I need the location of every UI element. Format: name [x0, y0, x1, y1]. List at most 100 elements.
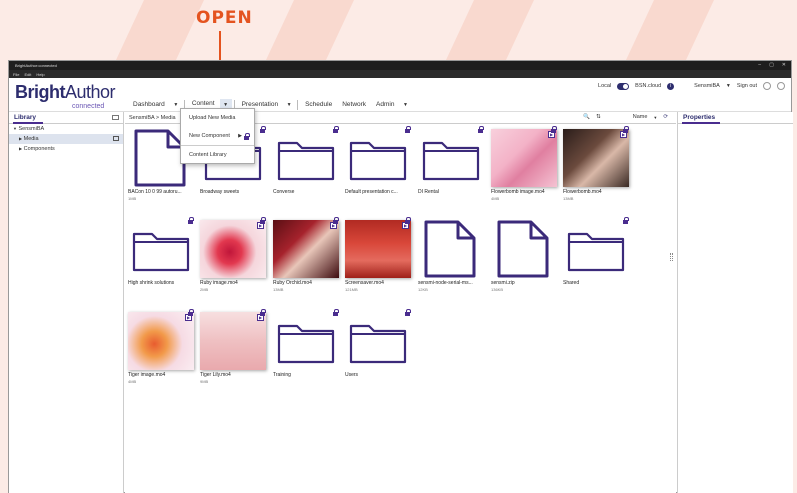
- menu-upload-new-media[interactable]: Upload New Media: [181, 109, 254, 127]
- media-size: 12KB: [418, 287, 428, 292]
- video-thumbnail: ▶: [200, 220, 266, 278]
- menu-help[interactable]: Help: [36, 72, 44, 77]
- media-tile[interactable]: sensmi-node-serial-ms... 12KB: [418, 220, 488, 292]
- admin-dropdown-icon[interactable]: ▼: [399, 99, 411, 110]
- video-thumbnail: ▶: [128, 312, 194, 370]
- app-header: BrightAuthor connected Dashboard ▼ Conte…: [9, 78, 791, 112]
- media-tile[interactable]: ▶ Ruby Orchid.mo4 13MB: [273, 217, 343, 292]
- lock-icon: [623, 126, 629, 133]
- minimize-icon[interactable]: –: [758, 62, 761, 68]
- sort-order-icon[interactable]: ⇅: [596, 114, 601, 120]
- tree-item-sensmiba[interactable]: ▼ SensmiBA: [9, 124, 123, 134]
- media-name: Shared: [563, 280, 580, 286]
- folder-icon: [345, 126, 411, 187]
- folder-icon: [345, 309, 411, 370]
- submenu-chevron-icon: ▶: [238, 133, 242, 139]
- video-thumbnail: ▶: [563, 129, 629, 187]
- media-name: DI Rental: [418, 189, 439, 195]
- app-window: BrightAuthor:connected – ▢ ✕ File Edit H…: [8, 60, 793, 493]
- media-name: Flowerbomb.mo4: [563, 189, 602, 195]
- media-name: BACon 10 0 99 autoru...: [128, 189, 182, 195]
- main-nav: Dashboard ▼ Content ▼ Presentation ▼ Sch…: [128, 98, 411, 111]
- media-tile[interactable]: Default presentation c...: [345, 126, 415, 196]
- sign-out-link[interactable]: Sign out: [737, 83, 757, 89]
- media-tile[interactable]: Shared: [563, 217, 633, 287]
- user-dropdown-icon[interactable]: ▼: [726, 83, 731, 89]
- search-icon[interactable]: 🔍: [583, 114, 590, 120]
- nav-schedule[interactable]: Schedule: [300, 99, 337, 110]
- menu-content-library[interactable]: Content Library: [181, 145, 254, 163]
- media-name: High shrink solutions: [128, 280, 175, 286]
- sort-dropdown-icon[interactable]: ▼: [653, 115, 657, 120]
- video-thumbnail: ▶: [200, 312, 266, 370]
- media-tile[interactable]: ▶ Ruby image.mo4 2MB: [200, 217, 270, 292]
- menu-file[interactable]: File: [13, 72, 19, 77]
- media-size: 13MB: [273, 287, 284, 292]
- lock-icon: [188, 217, 194, 224]
- presentation-dropdown-icon[interactable]: ▼: [283, 99, 295, 110]
- lock-icon: [188, 309, 194, 316]
- lock-icon: [551, 126, 557, 133]
- media-name: sensmi.zip: [491, 280, 515, 286]
- properties-panel: Properties: [677, 112, 793, 493]
- lock-icon: [333, 126, 339, 133]
- user-name[interactable]: SensmiBA: [694, 83, 720, 89]
- nav-admin[interactable]: Admin: [371, 99, 399, 110]
- lock-icon: [405, 217, 411, 224]
- lock-icon: [260, 217, 266, 224]
- media-tile[interactable]: sensmi.zip 136KB: [491, 220, 561, 292]
- nav-dashboard[interactable]: Dashboard: [128, 99, 170, 110]
- refresh-icon[interactable]: ⟳: [663, 114, 668, 120]
- logo-subtitle: connected: [72, 103, 105, 110]
- window-title: BrightAuthor:connected: [15, 63, 57, 68]
- lock-icon: [478, 126, 484, 133]
- scroll-handle[interactable]: [670, 143, 675, 443]
- media-tile[interactable]: ▶ Flowerbomb.mo4 13MB: [563, 126, 633, 201]
- media-name: Ruby Orchid.mo4: [273, 280, 312, 286]
- media-tile[interactable]: Users: [345, 309, 415, 379]
- media-tile[interactable]: Training: [273, 309, 343, 379]
- lock-icon: [333, 309, 339, 316]
- media-tile[interactable]: DI Rental: [418, 126, 488, 196]
- media-name: Tiger image.mo4: [128, 372, 166, 378]
- menu-new-component[interactable]: New Component ▶: [181, 127, 254, 145]
- settings-gear-icon[interactable]: [777, 82, 785, 90]
- media-size: 121MB: [345, 287, 358, 292]
- info-icon[interactable]: i: [667, 82, 675, 90]
- local-label: Local: [598, 83, 612, 89]
- file-icon: [418, 220, 484, 278]
- close-icon[interactable]: ✕: [782, 62, 786, 68]
- tree-item-components[interactable]: ▶ Components: [9, 144, 123, 154]
- video-thumbnail: ▶: [345, 220, 411, 278]
- media-tile[interactable]: ▶ Screensaver.mo4 121MB: [345, 217, 415, 292]
- bsn-label: BSN.cloud: [635, 83, 662, 89]
- media-tile[interactable]: ▶ Tiger image.mo4 4MB: [128, 309, 198, 384]
- folder-icon: [563, 217, 629, 278]
- media-tile[interactable]: Converse: [273, 126, 343, 196]
- media-name: Users: [345, 372, 359, 378]
- media-folder-icon[interactable]: [113, 136, 119, 141]
- tree-item-media[interactable]: ▶ Media: [9, 134, 123, 144]
- collapse-panel-icon[interactable]: [112, 115, 119, 120]
- sort-field-select[interactable]: Name: [633, 114, 648, 120]
- media-name: sensmi-node-serial-ms...: [418, 280, 473, 286]
- menu-edit[interactable]: Edit: [24, 72, 31, 77]
- lock-icon: [260, 126, 266, 133]
- media-name: Training: [273, 372, 291, 378]
- media-tile[interactable]: High shrink solutions: [128, 217, 198, 287]
- media-size: 13MB: [563, 196, 574, 201]
- top-right-controls: Local BSN.cloud i SensmiBA ▼ Sign out: [598, 82, 785, 90]
- nav-network[interactable]: Network: [337, 99, 371, 110]
- folder-icon: [128, 217, 194, 278]
- video-thumbnail: ▶: [273, 220, 339, 278]
- lock-icon: [623, 217, 629, 224]
- media-browser: SensmiBA > Media 🔍 ⇅ Name ▼ ⟳ BACon 10 0…: [125, 112, 676, 493]
- media-tile[interactable]: ▶ Tiger Lily.mo4 9MB: [200, 309, 270, 384]
- local-bsn-toggle[interactable]: [617, 82, 630, 90]
- maximize-icon[interactable]: ▢: [769, 62, 774, 68]
- lock-icon: [333, 217, 339, 224]
- status-check-icon[interactable]: [763, 82, 771, 90]
- media-tile[interactable]: ▶ Flowerbomb image.mo4 4MB: [491, 126, 561, 201]
- breadcrumb-text: SensmiBA > Media: [129, 115, 176, 121]
- media-name: Default presentation c...: [345, 189, 398, 195]
